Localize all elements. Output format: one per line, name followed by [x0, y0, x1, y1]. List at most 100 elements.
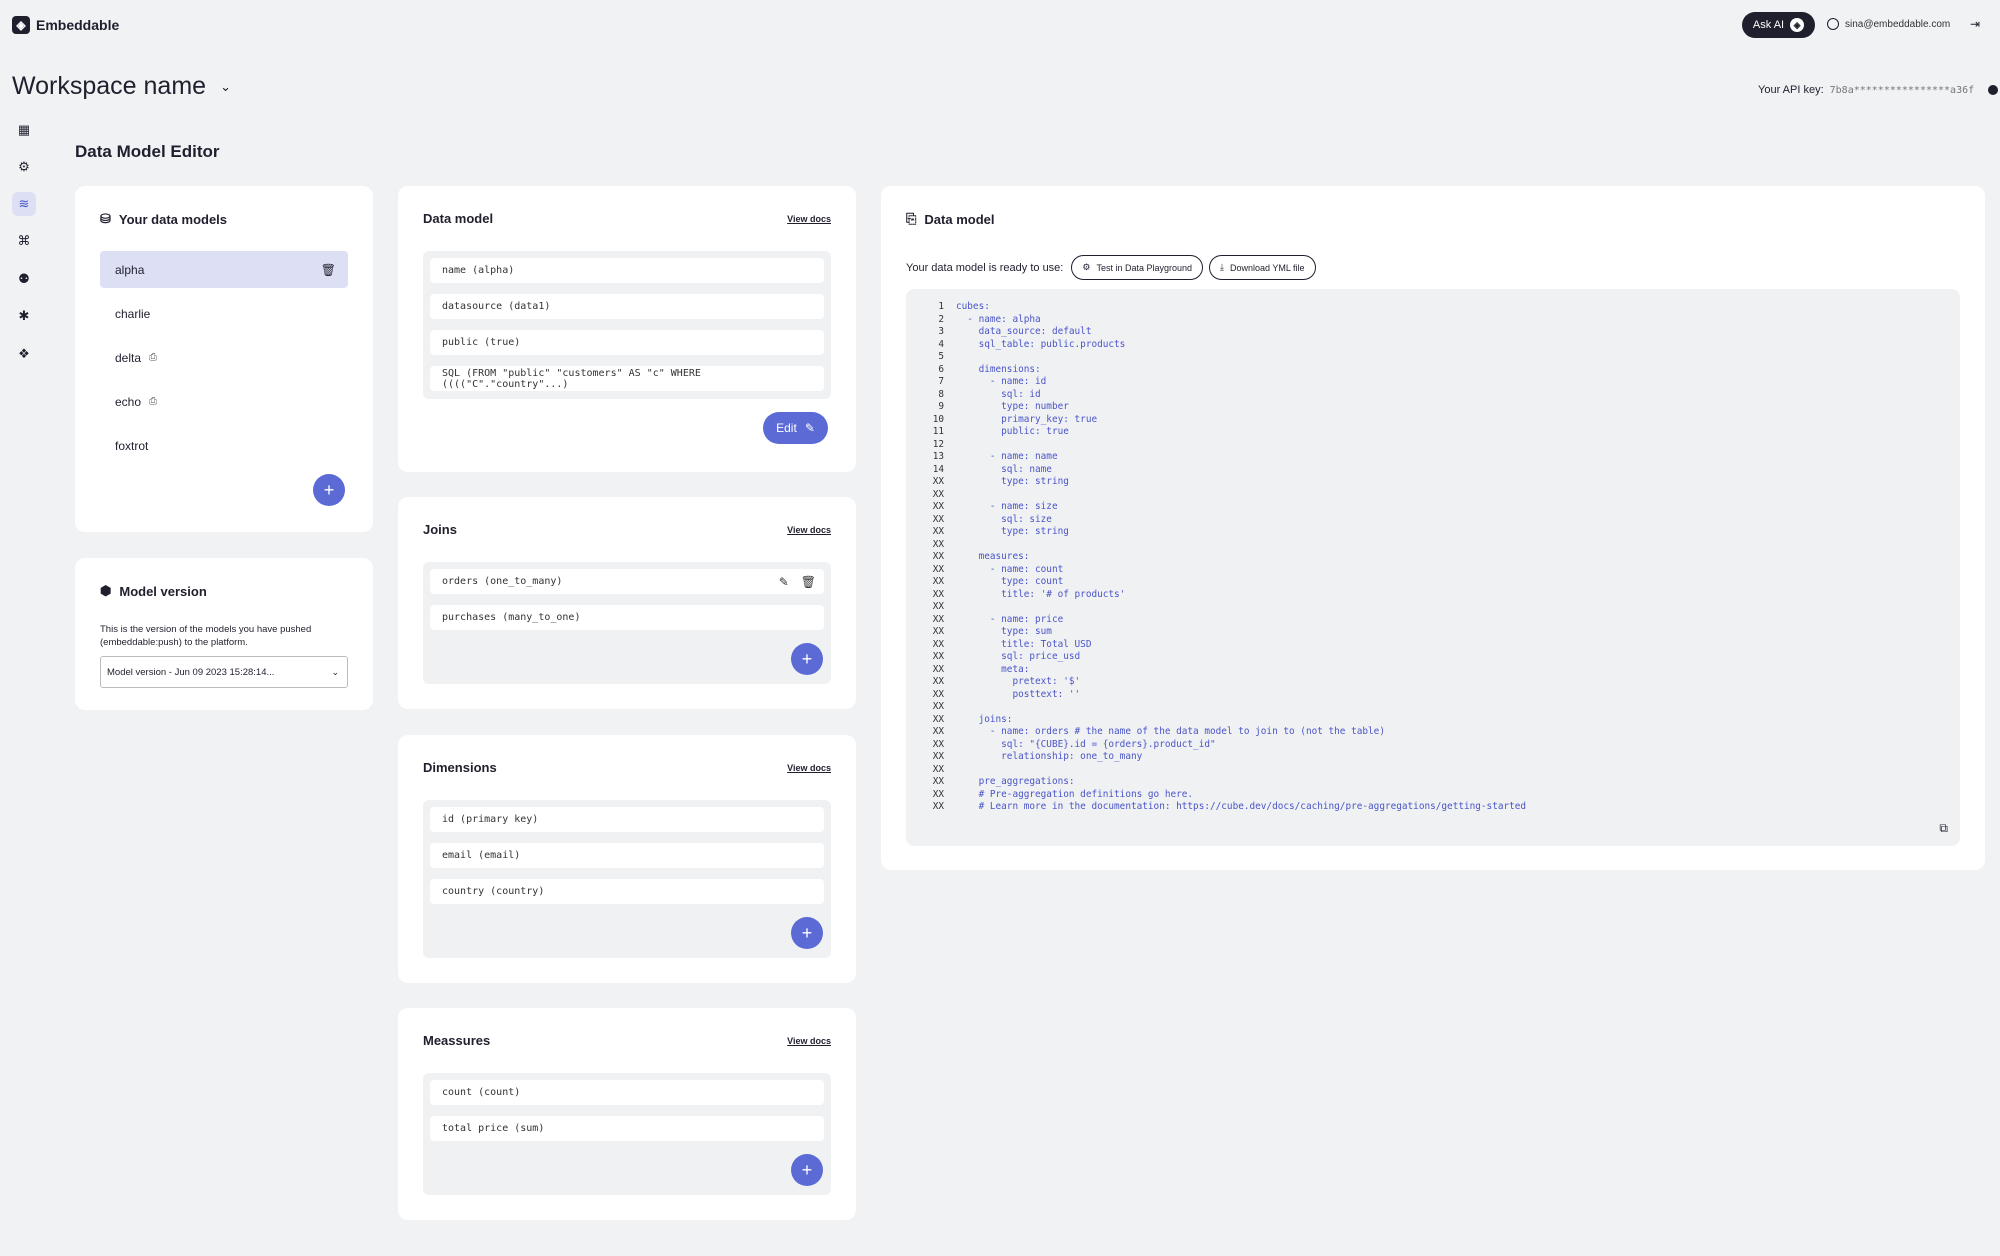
test-playground-button[interactable]: ⚙ Test in Data Playground: [1071, 255, 1203, 280]
add-measure-button[interactable]: +: [791, 1154, 823, 1186]
model-item-delta[interactable]: delta ⎙: [100, 339, 348, 376]
line-text: # Pre-aggregation definitions go here.: [956, 788, 1194, 800]
pencil-icon[interactable]: ✎: [779, 575, 789, 589]
model-item-charlie[interactable]: charlie: [100, 295, 348, 332]
code-line: 3 data_source: default: [906, 326, 1960, 339]
line-number: 5: [938, 351, 944, 362]
line-text: [944, 701, 956, 714]
model-item-alpha[interactable]: alpha 🗑: [100, 251, 348, 288]
eye-icon[interactable]: [1988, 85, 1999, 95]
code-line: XX # Learn more in the documentation: ht…: [906, 801, 1960, 814]
user-menu[interactable]: sina@embeddable.com: [1827, 18, 1950, 30]
list-item[interactable]: orders (one_to_many) ✎ 🗑: [430, 569, 824, 594]
line-text: type: count: [956, 576, 1064, 587]
code-line: XX sql: price_usd: [906, 651, 1960, 664]
line-number: XX: [932, 738, 944, 750]
settings-icon[interactable]: ✱: [12, 304, 36, 328]
list-item[interactable]: count (count): [430, 1080, 824, 1105]
line-number: 12: [932, 438, 944, 450]
code-line: XX relationship: one_to_many: [906, 751, 1960, 764]
line-text: meta:: [956, 663, 1030, 675]
line-number: 3: [938, 326, 944, 337]
code-line: XX pre_aggregations:: [906, 776, 1960, 789]
code-line: XX: [906, 601, 1960, 614]
list-item[interactable]: public (true): [430, 330, 824, 355]
chat-icon[interactable]: ❖: [12, 342, 36, 366]
list-item[interactable]: name (alpha): [430, 258, 824, 283]
code-line: XX # Pre-aggregation definitions go here…: [906, 789, 1960, 802]
code-line: XX: [906, 539, 1960, 552]
ai-logo-icon: ◈: [1790, 18, 1805, 32]
data-model-title: Data model: [423, 211, 494, 226]
data-model-icon[interactable]: ≋: [12, 192, 36, 216]
line-text: sql: size: [956, 513, 1052, 525]
line-text: type: number: [956, 401, 1069, 412]
page-title: Data Model Editor: [75, 142, 220, 161]
model-label: charlie: [115, 306, 151, 321]
line-text: sql: id: [956, 388, 1041, 400]
model-version-select[interactable]: Model version - Jun 09 2023 15:28:14... …: [100, 656, 348, 688]
chevron-down-icon: ⌄: [331, 666, 339, 677]
measures-card: Meassures View docs count (count) total …: [398, 1008, 856, 1220]
connections-icon[interactable]: ⌘: [12, 229, 36, 253]
list-item[interactable]: id (primary key): [430, 807, 824, 832]
ask-ai-button[interactable]: Ask AI ◈: [1742, 12, 1815, 38]
view-docs-link[interactable]: View docs: [787, 214, 831, 224]
line-text: title: Total USD: [956, 638, 1092, 650]
list-item[interactable]: country (country): [430, 879, 824, 904]
workspace-selector[interactable]: Workspace name ⌄: [12, 72, 231, 101]
line-number: XX: [932, 676, 944, 687]
file-icon: ⎘: [906, 211, 917, 226]
team-icon[interactable]: ⚉: [12, 267, 36, 291]
code-line: 2 - name: alpha: [906, 314, 1960, 327]
model-label: delta: [115, 350, 142, 365]
data-model-rows: name (alpha) datasource (data1) public (…: [423, 251, 831, 399]
dashboard-icon[interactable]: ▦: [12, 118, 36, 142]
download-yml-button[interactable]: ⤓ Download YML file: [1209, 255, 1316, 280]
model-version-title-text: Model version: [119, 583, 207, 599]
line-text: - name: size: [956, 501, 1058, 512]
copy-icon[interactable]: ⧉: [1939, 821, 1948, 835]
model-label: echo: [115, 394, 142, 409]
view-docs-link[interactable]: View docs: [787, 525, 831, 535]
app-logo[interactable]: ◈ Embeddable: [12, 16, 119, 34]
list-item[interactable]: total price (sum): [430, 1116, 824, 1141]
list-item[interactable]: purchases (many_to_one): [430, 605, 824, 630]
trash-icon[interactable]: 🗑: [321, 263, 336, 277]
dimensions-card: Dimensions View docs id (primary key) em…: [398, 735, 856, 983]
line-text: sql_table: public.products: [956, 338, 1126, 350]
playground-icon[interactable]: ⚙: [12, 155, 36, 179]
logout-icon[interactable]: ⇥: [1970, 18, 1982, 30]
line-number: XX: [932, 513, 944, 525]
line-text: dimensions:: [956, 363, 1041, 375]
line-number: XX: [932, 763, 944, 775]
join-label: orders (one_to_many): [442, 576, 563, 587]
yaml-code-block[interactable]: 1 cubes: 2 - name: alpha 3 data_source: def…: [906, 289, 1960, 846]
model-version-card: ⬢ Model version This is the version of t…: [75, 558, 373, 710]
line-number: XX: [932, 501, 944, 512]
code-line: XX - name: count: [906, 564, 1960, 577]
line-text: sql: price_usd: [956, 651, 1081, 662]
view-docs-link[interactable]: View docs: [787, 763, 831, 773]
trash-icon[interactable]: 🗑: [801, 575, 816, 589]
view-docs-link[interactable]: View docs: [787, 1036, 831, 1046]
line-text: title: '# of products': [956, 588, 1126, 600]
line-number: 6: [938, 363, 944, 375]
model-version-value: Model version - Jun 09 2023 15:28:14...: [107, 666, 275, 678]
dimensions-title: Dimensions: [423, 760, 497, 775]
add-model-button[interactable]: +: [313, 474, 345, 506]
list-item[interactable]: datasource (data1): [430, 294, 824, 319]
list-item[interactable]: SQL (FROM "public" "customers" AS "c" WH…: [430, 366, 824, 391]
api-key-area: Your API key: 7b8a****************a36f: [1758, 84, 1999, 96]
add-join-button[interactable]: +: [791, 643, 823, 675]
line-text: joins:: [956, 713, 1013, 725]
add-dimension-button[interactable]: +: [791, 917, 823, 949]
model-item-foxtrot[interactable]: foxtrot: [100, 427, 348, 464]
edit-button[interactable]: Edit ✎: [763, 412, 828, 444]
line-text: type: sum: [956, 626, 1052, 637]
line-number: 4: [938, 338, 944, 350]
code-line: XX pretext: '$': [906, 676, 1960, 689]
list-item[interactable]: email (email): [430, 843, 824, 868]
line-number: XX: [932, 588, 944, 600]
model-item-echo[interactable]: echo ⎙: [100, 383, 348, 420]
